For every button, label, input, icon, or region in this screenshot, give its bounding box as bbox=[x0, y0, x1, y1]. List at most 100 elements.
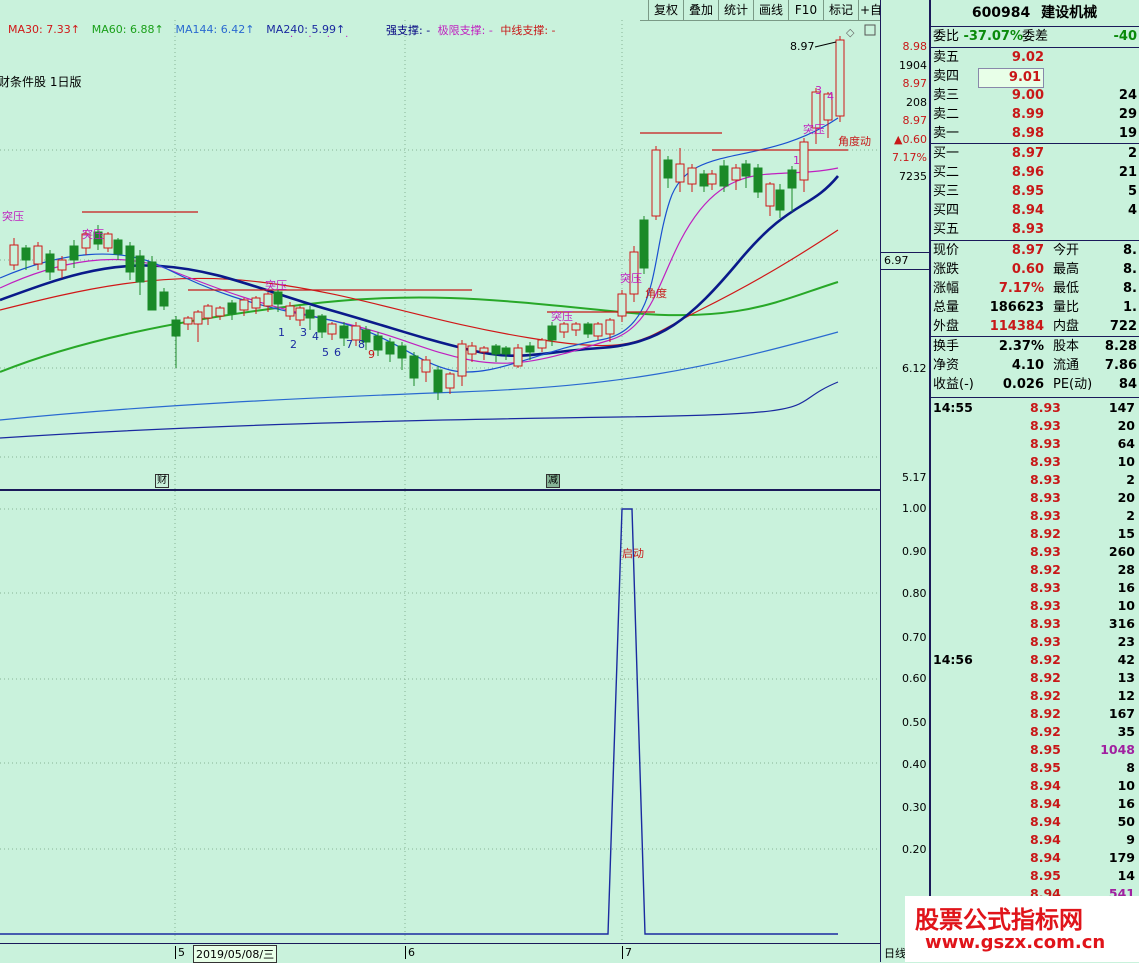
tupo-label: 突压 bbox=[803, 123, 825, 136]
tick-volume: 42 bbox=[1117, 652, 1135, 667]
weibi-row: 委比 -37.07% 委差 -40 bbox=[930, 28, 1139, 46]
bids-label: 买一 bbox=[933, 146, 960, 161]
candle-body bbox=[103, 233, 113, 249]
tick-row: 8.95 8 bbox=[930, 759, 1139, 777]
asks-label: 卖一 bbox=[933, 126, 960, 141]
bids-volume: 5 bbox=[1127, 184, 1137, 199]
stat-label: 涨跌 bbox=[933, 262, 960, 277]
bids-label: 买二 bbox=[933, 165, 960, 180]
candle-body bbox=[215, 307, 225, 317]
candle-body bbox=[445, 373, 455, 389]
asks-volume: 29 bbox=[1118, 107, 1137, 122]
seq-number: 5 bbox=[322, 346, 329, 359]
asks-price: 8.98 bbox=[1011, 126, 1044, 141]
bids-price: 8.96 bbox=[1011, 165, 1044, 180]
candle-body bbox=[639, 219, 649, 269]
tupo-label: 突压 bbox=[551, 310, 573, 323]
candle-body bbox=[617, 293, 627, 317]
candle-body bbox=[159, 291, 169, 307]
tick-price: 8.93 bbox=[1030, 472, 1061, 487]
candle-body bbox=[707, 173, 717, 185]
stat-row: 现价 8.97 今开 8. bbox=[930, 242, 1139, 260]
tongji-button[interactable]: 统计 bbox=[718, 0, 753, 20]
tick-price: 8.95 bbox=[1030, 760, 1061, 775]
bids-volume: 4 bbox=[1127, 203, 1137, 218]
stat-value: 7.17% bbox=[998, 281, 1044, 296]
tick-volume: 23 bbox=[1117, 634, 1135, 649]
tupo-label: 突压 bbox=[265, 279, 287, 292]
tick-row: 14:55 8.93 147 bbox=[930, 399, 1139, 417]
tick-volume: 316 bbox=[1108, 616, 1135, 631]
biaoji-button[interactable]: 标记 bbox=[823, 0, 858, 20]
stat-value: 8. bbox=[1123, 262, 1137, 277]
stat-value: 114384 bbox=[989, 319, 1044, 334]
indicator-tick: 0.80 bbox=[902, 587, 927, 600]
tick-volume: 15 bbox=[1117, 526, 1135, 541]
date-axis: 5 2019/05/08/三 6 7 bbox=[0, 943, 880, 963]
stock-header: 600984 建设机械 bbox=[930, 0, 1139, 27]
tick-price: 8.92 bbox=[1030, 562, 1061, 577]
asks-label: 卖二 bbox=[933, 107, 960, 122]
tick-row: 8.93 16 bbox=[930, 579, 1139, 597]
asks-volume: 24 bbox=[1118, 88, 1137, 103]
asks-price: 8.99 bbox=[1011, 107, 1044, 122]
asks-label: 卖四 bbox=[933, 69, 960, 84]
candle-body bbox=[125, 245, 135, 273]
tick-volume: 260 bbox=[1108, 544, 1135, 559]
jiaodu-label: 角度 bbox=[645, 287, 667, 300]
candle-body bbox=[501, 347, 511, 355]
seq-number: 4 bbox=[312, 330, 319, 343]
kline-chart-area[interactable]: MA30: 7.33↑ MA60: 6.88↑ MA144: 6.42↑ MA2… bbox=[0, 0, 930, 963]
indicator-tick: 0.30 bbox=[902, 801, 927, 814]
tick-volume: 8 bbox=[1126, 760, 1135, 775]
cai-marker: 财 bbox=[155, 474, 169, 488]
bids-volume: 21 bbox=[1118, 165, 1137, 180]
price-info-value: 7.17% bbox=[892, 151, 927, 164]
diejia-button[interactable]: 叠加 bbox=[683, 0, 718, 20]
tick-row: 8.94 50 bbox=[930, 813, 1139, 831]
candle-body bbox=[57, 259, 67, 271]
seq-number: 8 bbox=[358, 338, 365, 351]
candle-body bbox=[835, 39, 845, 117]
candle-body bbox=[467, 345, 477, 355]
indicator-tick: 0.70 bbox=[902, 631, 927, 644]
tick-price: 8.93 bbox=[1030, 436, 1061, 451]
price-tick: 6.12 bbox=[902, 362, 927, 375]
tick-volume: 14 bbox=[1117, 868, 1135, 883]
tick-time: 14:55 bbox=[933, 400, 973, 415]
f10-button[interactable]: F10 bbox=[788, 0, 823, 20]
tick-price: 8.94 bbox=[1030, 814, 1061, 829]
candle-body bbox=[593, 323, 603, 337]
stat-row: 净资 4.10 流通 7.86 bbox=[930, 357, 1139, 375]
stat-value: 186623 bbox=[989, 300, 1044, 315]
candle-body bbox=[787, 169, 797, 189]
candle-body bbox=[397, 345, 407, 359]
candle-body bbox=[775, 189, 785, 211]
stat-value: 8. bbox=[1123, 243, 1137, 258]
stat-label: 内盘 bbox=[1053, 319, 1080, 334]
stat-row: 外盘 114384 内盘 722 bbox=[930, 318, 1139, 336]
fuquan-button[interactable]: 复权 bbox=[648, 0, 683, 20]
tupo-label: 突压 bbox=[620, 272, 642, 285]
date-label: 6 bbox=[405, 946, 415, 959]
tick-volume: 2 bbox=[1126, 508, 1135, 523]
tick-row: 8.93 10 bbox=[930, 453, 1139, 471]
tick-price: 8.93 bbox=[1030, 454, 1061, 469]
tick-row: 8.94 16 bbox=[930, 795, 1139, 813]
tick-price: 8.92 bbox=[1030, 724, 1061, 739]
stat-label: 总量 bbox=[933, 300, 960, 315]
price-info-value: ▲0.60 bbox=[894, 132, 927, 146]
asks-row: 卖一 8.98 19 bbox=[930, 125, 1139, 143]
stat-row: 涨跌 0.60 最高 8. bbox=[930, 261, 1139, 279]
asks-row: 卖五 9.02 bbox=[930, 49, 1139, 67]
date-axis-corner: 日线 bbox=[884, 947, 906, 960]
asks-volume: 19 bbox=[1118, 126, 1137, 141]
weibi-value: -37.07% bbox=[963, 29, 1023, 44]
candle-body bbox=[183, 317, 193, 325]
candle-body bbox=[479, 347, 489, 353]
candle-body bbox=[45, 253, 55, 273]
huaxian-button[interactable]: 画线 bbox=[753, 0, 788, 20]
candle-body bbox=[719, 165, 729, 187]
watermark-logo: 股票公式指标网 www.gszx.com.cn bbox=[905, 896, 1139, 962]
tick-price: 8.93 bbox=[1030, 580, 1061, 595]
